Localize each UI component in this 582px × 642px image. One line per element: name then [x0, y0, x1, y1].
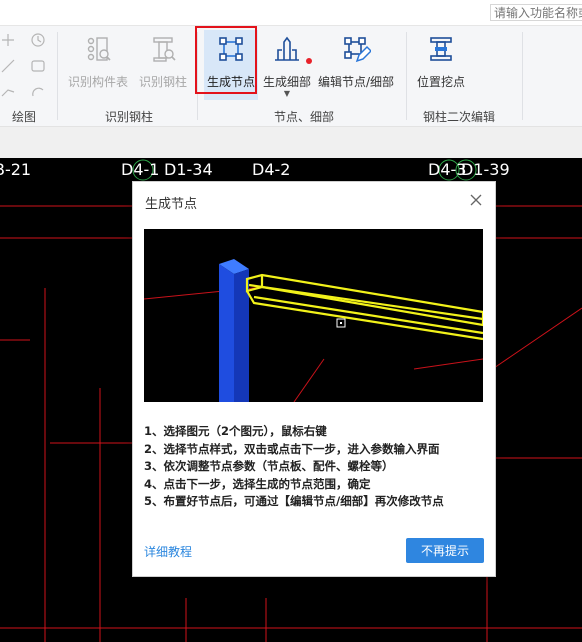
ribbon-toolbar: 绘图 识别构件表 识别钢柱 识别钢柱 生成节点 生成细部 ▼ 编辑节点/细部 节… [0, 26, 582, 126]
group-label-identify-column: 识别钢柱 [105, 110, 154, 124]
generate-detail-icon [275, 36, 299, 61]
group-divider [57, 32, 58, 120]
group-divider [406, 32, 407, 120]
instruction-list: 1、选择图元（2个图元），鼠标右键 2、选择节点样式，双击或点击下一步，进入参数… [144, 423, 489, 511]
axis-label: D1-39 [461, 160, 510, 179]
instruction-step: 2、选择节点样式，双击或点击下一步，进入参数输入界面 [144, 441, 440, 456]
dont-show-again-button[interactable]: 不再提示 [406, 538, 484, 563]
tutorial-preview-image [144, 229, 483, 402]
clock-icon[interactable] [30, 32, 46, 48]
axis-label: B-21 [0, 160, 32, 179]
axis-label: D4-1 [121, 160, 160, 179]
generate-node-dialog: 生成节点 1、选择图元（2个图元），鼠标右键 2、选择节点样式，双击或点击下一步… [132, 181, 496, 577]
crosshair-icon[interactable] [0, 32, 16, 48]
detailed-tutorial-link[interactable]: 详细教程 [144, 543, 192, 560]
close-icon[interactable] [467, 191, 485, 209]
function-search-input[interactable] [490, 4, 582, 21]
rectangle-draw-icon[interactable] [30, 58, 46, 74]
sub-toolbar [0, 126, 582, 159]
chevron-down-icon[interactable]: ▼ [260, 89, 314, 98]
identify-member-table-button[interactable]: 识别构件表 [66, 30, 130, 100]
edit-node-detail-button[interactable]: 编辑节点/细部 [316, 30, 396, 100]
instruction-step: 4、点击下一步，选择生成的节点范围，确定 [144, 476, 371, 491]
notification-dot [306, 58, 312, 64]
instruction-step: 5、布置好节点后，可通过【编辑节点/细部】再次修改节点 [144, 494, 444, 508]
axis-label: D4-2 [252, 160, 291, 179]
position-tab-icon [430, 37, 452, 61]
group-label-column-edit: 钢柱二次编辑 [423, 110, 496, 124]
title-strip [0, 0, 582, 26]
arc-draw-icon[interactable] [30, 84, 46, 100]
line-draw-icon[interactable] [0, 58, 16, 74]
instruction-step: 1、选择图元（2个图元），鼠标右键 [144, 424, 327, 438]
edit-node-icon [344, 37, 371, 63]
generate-detail-button[interactable]: 生成细部 ▼ [260, 30, 314, 100]
group-label-node-detail: 节点、细部 [274, 110, 335, 124]
group-divider [522, 32, 523, 120]
member-table-icon [87, 37, 111, 61]
polyline-draw-icon[interactable] [0, 84, 16, 100]
position-tab-button[interactable]: 位置挖点 [412, 30, 470, 100]
highlight-frame [195, 26, 257, 94]
group-label-draw: 绘图 [12, 110, 37, 124]
dialog-title: 生成节点 [145, 197, 198, 212]
instruction-step: 3、依次调整节点参数（节点板、配件、螺栓等） [144, 459, 394, 473]
steel-column-identify-icon [153, 37, 176, 62]
identify-steel-column-button[interactable]: 识别钢柱 [134, 30, 192, 100]
axis-label: D1-34 [164, 160, 213, 179]
